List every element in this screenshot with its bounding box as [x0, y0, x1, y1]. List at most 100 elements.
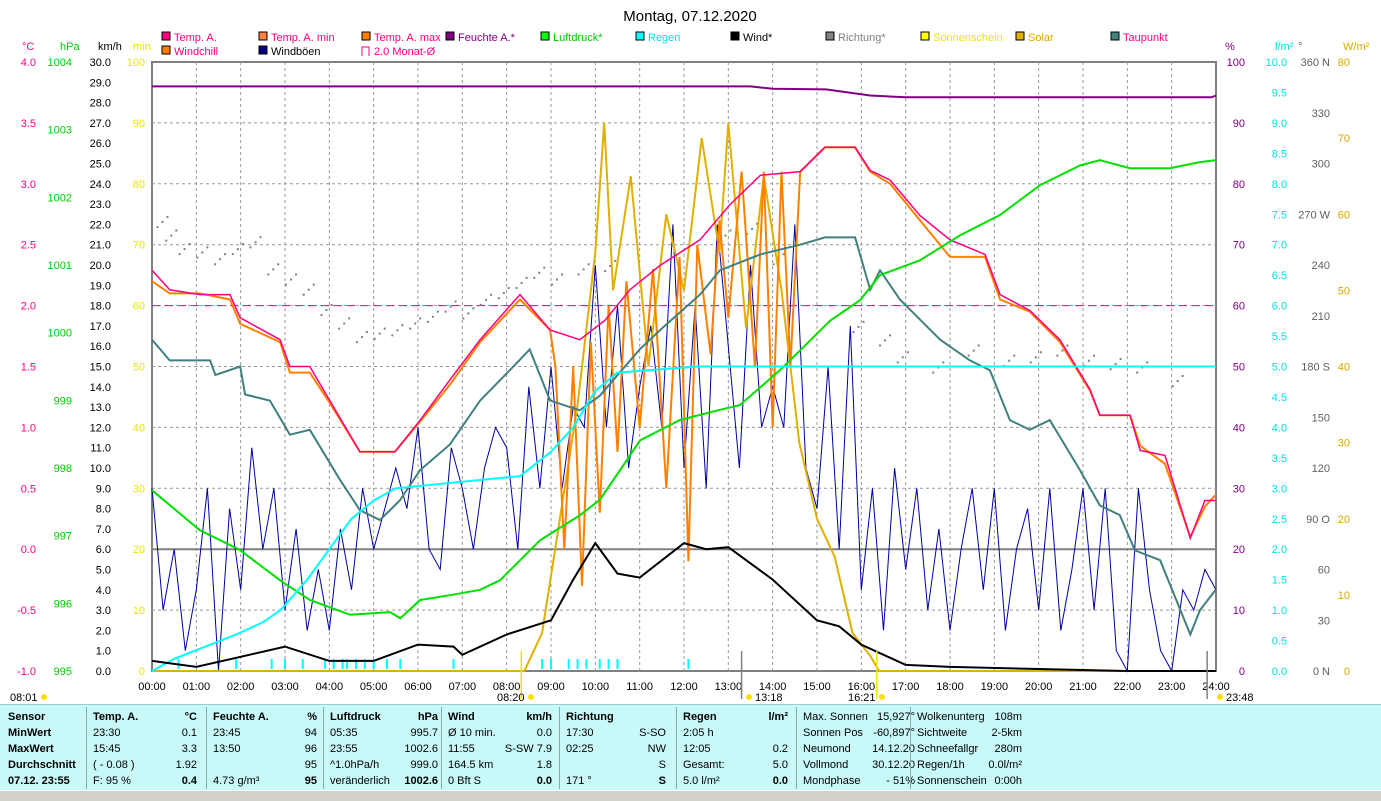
direction-dot — [604, 270, 607, 273]
summary-text: 0.0 — [536, 775, 552, 787]
summary-row-label: 07.12. 23:55 — [8, 773, 84, 789]
summary-text: 11:55 — [448, 743, 475, 755]
direction-dot — [383, 327, 386, 330]
summary-text: % — [307, 711, 317, 723]
legend-swatch — [445, 31, 455, 41]
direction-dot — [538, 271, 541, 274]
legend-label: Sonnenschein — [933, 32, 1003, 44]
summary-text: 4.73 g/m³ — [213, 775, 260, 787]
summary-text: 0.4 — [181, 775, 197, 787]
legend-swatch — [161, 45, 171, 55]
sun-icon — [41, 694, 47, 700]
summary-text: 13:50 — [213, 743, 241, 755]
column-separator — [676, 707, 677, 789]
summary-text: 0.1 — [181, 727, 197, 739]
direction-dot — [502, 292, 505, 295]
legend-label: Regen — [648, 32, 680, 44]
legend-label: Taupunkt — [1123, 32, 1168, 44]
direction-dot — [161, 221, 164, 224]
direction-dot — [219, 258, 222, 261]
summary-row: veränderlich 1002.6 — [330, 773, 438, 789]
axis-tick-kmh: 16.0 — [90, 341, 111, 353]
axis-tick-rain: 5.5 — [1272, 331, 1287, 343]
direction-dot — [325, 308, 328, 311]
summary-col-direction: Richtung 17:30 S-SO 02:25 NW S 171 ° S — [566, 709, 666, 789]
summary-row: Vollmond 30.12.20 — [803, 757, 915, 773]
direction-dot — [1114, 363, 1117, 366]
time-tick-label: 23:00 — [1158, 681, 1186, 693]
summary-col-wind: Wind km/h Ø 10 min. 0.0 11:55 S-SW 7.9 164.5 k… — [448, 709, 552, 789]
time-tick-label: 20:00 — [1025, 681, 1053, 693]
axis-tick-min: 60 — [133, 301, 145, 313]
direction-dot — [188, 243, 191, 246]
axis-tick-hpa: 995 — [54, 666, 72, 678]
axis-tick-rain: 4.0 — [1272, 422, 1287, 434]
summary-text: Richtung — [566, 711, 614, 723]
summary-header: Regen l/m² — [683, 709, 788, 725]
axis-tick-kmh: 18.0 — [90, 301, 111, 313]
direction-dot — [178, 253, 181, 256]
axis-tick-celsius: 0.5 — [21, 483, 36, 495]
direction-dot — [485, 298, 488, 301]
time-tick-label: 09:00 — [537, 681, 565, 693]
axis-tick-solar: 20 — [1338, 514, 1350, 526]
axis-tick-kmh: 11.0 — [90, 443, 111, 455]
axis-unit-hpa: hPa — [60, 41, 80, 53]
summary-row: Gesamt: 5.0 — [683, 757, 788, 773]
direction-dot — [889, 334, 892, 337]
direction-dot — [520, 281, 523, 284]
axis-tick-hpa: 996 — [54, 598, 72, 610]
axis-tick-kmh: 4.0 — [96, 585, 111, 597]
axis-tick-kmh: 1.0 — [96, 646, 111, 658]
direction-dot — [302, 293, 305, 296]
summary-header: Richtung — [566, 709, 666, 725]
direction-dot — [214, 263, 217, 266]
summary-text: 17:30 — [566, 727, 594, 739]
summary-text: F: 95 % — [93, 775, 131, 787]
axis-tick-percent: 70 — [1233, 240, 1245, 252]
axis-unit-percent: % — [1225, 41, 1235, 53]
axis-tick-degree: 210 — [1312, 311, 1330, 323]
axis-tick-rain: 6.0 — [1272, 301, 1287, 313]
axis-tick-kmh: 25.0 — [90, 159, 111, 171]
summary-row: Neumond 14.12.20 — [803, 741, 915, 757]
axis-tick-min: 70 — [133, 240, 145, 252]
direction-dot — [355, 341, 358, 344]
summary-text: veränderlich — [330, 775, 390, 787]
legend-swatch — [258, 45, 268, 55]
axis-tick-celsius: 1.5 — [21, 362, 36, 374]
direction-dot — [1061, 349, 1064, 352]
summary-row: ( - 0.08 ) 1.92 — [93, 757, 197, 773]
axis-tick-percent: 0 — [1239, 666, 1245, 678]
axis-tick-solar: 10 — [1338, 590, 1350, 602]
summary-text: l/m² — [768, 711, 788, 723]
summary-text: 02:25 — [566, 743, 594, 755]
summary-text: Mondphase — [803, 775, 861, 787]
column-separator — [86, 707, 87, 789]
direction-dot — [431, 315, 434, 318]
summary-row: Ø 10 min. 0.0 — [448, 725, 552, 741]
axis-tick-rain: 3.5 — [1272, 453, 1287, 465]
axis-tick-kmh: 30.0 — [90, 57, 111, 69]
axis-tick-kmh: 24.0 — [90, 179, 111, 191]
sun-icon — [528, 694, 534, 700]
summary-row: 171 ° S — [566, 773, 666, 789]
axis-tick-rain: 2.5 — [1272, 514, 1287, 526]
time-tick-label: 05:00 — [360, 681, 388, 693]
axis-tick-celsius: 0.0 — [21, 544, 36, 556]
axis-tick-kmh: 6.0 — [96, 544, 111, 556]
direction-dot — [343, 322, 346, 325]
summary-text: 23:55 — [330, 743, 358, 755]
summary-text: 0.0 — [536, 727, 552, 739]
summary-text: °C — [184, 711, 197, 723]
summary-text: 96 — [304, 743, 317, 755]
summary-row: 5.0 l/m² 0.0 — [683, 773, 788, 789]
direction-dot — [551, 283, 553, 286]
summary-text: Regen/1h — [917, 759, 965, 771]
weather-chart: Montag, 07.12.2020 Temp. A. Temp. A. min Te… — [10, 8, 1370, 704]
summary-row: Schneefallgr 280m — [917, 741, 1022, 757]
axis-tick-degree: 180 S — [1301, 362, 1330, 374]
summary-text: -60,897° — [873, 727, 915, 739]
direction-dot — [401, 324, 404, 327]
time-tick-label: 01:00 — [183, 681, 211, 693]
